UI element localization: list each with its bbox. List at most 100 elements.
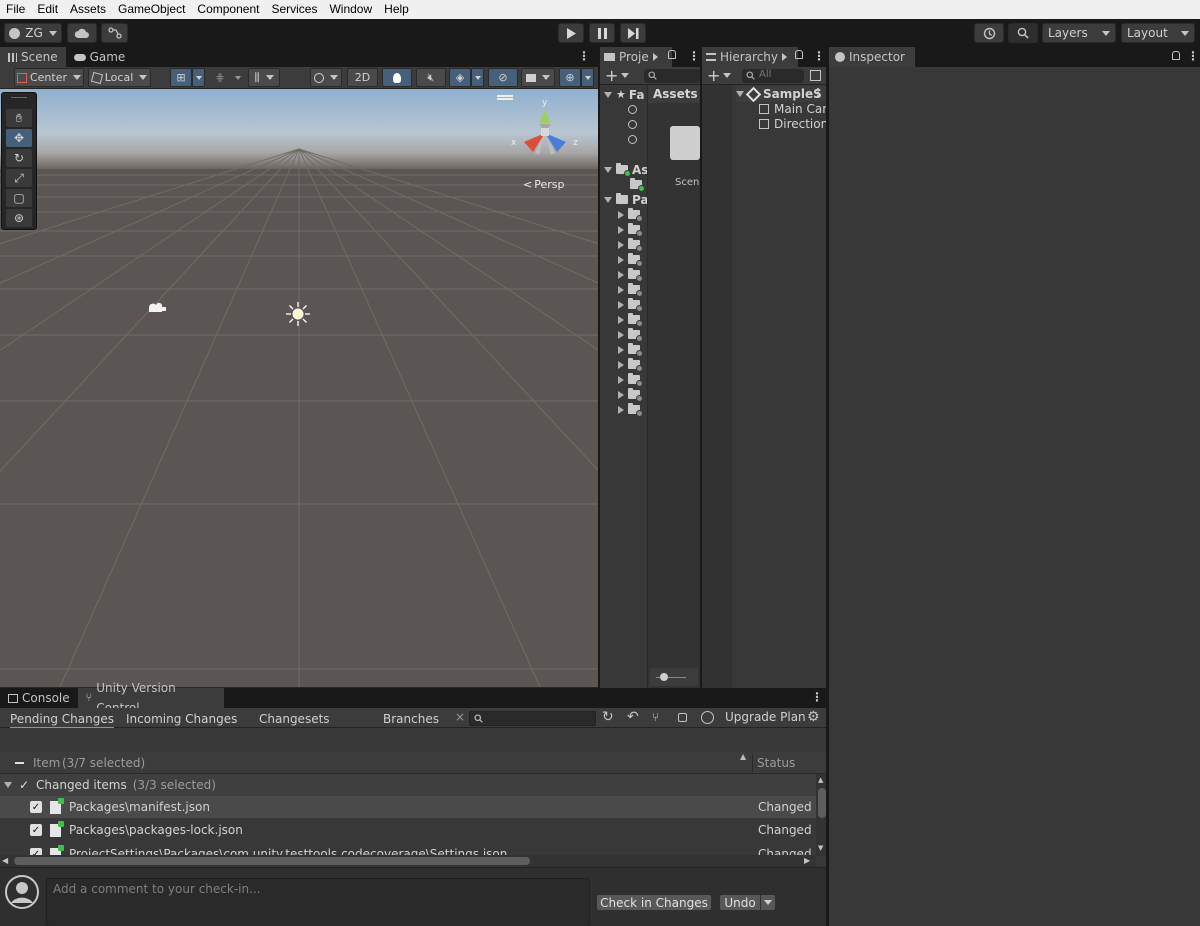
effects-dropdown[interactable] bbox=[471, 68, 484, 87]
pivot-mode-dropdown[interactable]: Center bbox=[14, 68, 84, 87]
table-row[interactable]: ✓ ProjectSettings\Packages\com.unity.tes… bbox=[0, 843, 816, 855]
project-breadcrumb[interactable]: Assets bbox=[648, 85, 701, 103]
upgrade-plan-button[interactable]: Upgrade Plan bbox=[725, 710, 806, 724]
column-status-label[interactable]: Status bbox=[757, 756, 795, 770]
tree-package-item[interactable] bbox=[618, 252, 644, 267]
hidden-objects-toggle[interactable]: ⊘ bbox=[488, 68, 518, 87]
scroll-left-icon[interactable]: ◀ bbox=[2, 856, 8, 865]
refresh-icon[interactable]: ↻ bbox=[602, 709, 614, 725]
draw-mode-dropdown[interactable] bbox=[310, 68, 342, 87]
search-button[interactable] bbox=[1008, 23, 1038, 43]
directional-light-icon[interactable] bbox=[285, 301, 311, 327]
vc-tab-pending-changes[interactable]: Pending Changes bbox=[10, 710, 114, 728]
scale-tool-button[interactable]: ⤢ bbox=[6, 169, 32, 187]
lock-icon[interactable] bbox=[668, 50, 676, 59]
menu-assets[interactable]: Assets bbox=[64, 0, 112, 19]
persp-toggle[interactable]: < Persp bbox=[523, 178, 564, 191]
layout-dropdown[interactable]: Layout bbox=[1121, 23, 1195, 43]
kebab-menu-icon[interactable]: ⋮ bbox=[812, 86, 824, 100]
account-dropdown[interactable]: ZG bbox=[4, 23, 62, 43]
close-icon[interactable]: × bbox=[455, 710, 465, 724]
menu-component[interactable]: Component bbox=[191, 0, 265, 19]
gizmos-toggle[interactable]: ⊕ bbox=[559, 68, 581, 87]
vc-search-input[interactable] bbox=[469, 711, 596, 726]
splitter[interactable] bbox=[826, 47, 829, 926]
hierarchy-item-main-camera[interactable]: Main Cam bbox=[759, 101, 834, 116]
camera-settings-dropdown[interactable] bbox=[521, 68, 555, 87]
hierarchy-scene-row[interactable]: SampleS ⋮ bbox=[736, 86, 826, 102]
plus-icon[interactable]: + bbox=[707, 66, 720, 85]
lock-icon[interactable] bbox=[678, 713, 687, 722]
grid-snap-dropdown[interactable] bbox=[192, 68, 205, 87]
cloud-button[interactable] bbox=[67, 23, 97, 43]
tree-assets[interactable]: As bbox=[604, 162, 647, 177]
kebab-menu-icon[interactable]: ⋮ bbox=[688, 49, 700, 63]
tree-package-item[interactable] bbox=[618, 357, 644, 372]
splitter[interactable] bbox=[598, 47, 600, 688]
palette-grip[interactable] bbox=[11, 97, 27, 98]
tab-project[interactable]: Proje bbox=[600, 47, 672, 67]
menu-edit[interactable]: Edit bbox=[31, 0, 64, 19]
tree-package-item[interactable] bbox=[618, 327, 644, 342]
favorite-search-3[interactable] bbox=[628, 132, 637, 147]
lock-icon[interactable] bbox=[795, 50, 803, 59]
menu-gameobject[interactable]: GameObject bbox=[112, 0, 191, 19]
move-tool-button[interactable]: ✥ bbox=[6, 129, 32, 147]
undo-arrow-icon[interactable]: ↶ bbox=[627, 709, 639, 725]
tree-package-item[interactable] bbox=[618, 372, 644, 387]
scroll-up-icon[interactable]: ▲ bbox=[818, 776, 823, 784]
vc-tab-incoming-changes[interactable]: Incoming Changes bbox=[126, 710, 237, 728]
grid-visibility-dropdown[interactable] bbox=[231, 68, 244, 87]
menu-services[interactable]: Services bbox=[265, 0, 323, 19]
tab-scene[interactable]: Scene bbox=[0, 47, 66, 67]
splitter[interactable] bbox=[700, 47, 702, 688]
thumbnail-size-slider[interactable] bbox=[650, 668, 698, 686]
effects-toggle[interactable]: ◈ bbox=[449, 68, 471, 87]
scene-visibility-icon[interactable] bbox=[810, 70, 821, 81]
changed-items-group[interactable]: ✓ Changed items (3/3 selected) bbox=[0, 774, 816, 796]
scrollbar-thumb[interactable] bbox=[818, 788, 826, 818]
orientation-gizmo[interactable]: y x z bbox=[508, 95, 582, 169]
tab-inspector[interactable]: Inspector bbox=[829, 47, 915, 67]
comment-input[interactable]: Add a comment to your check-in... bbox=[46, 878, 590, 926]
layers-dropdown[interactable]: Layers bbox=[1042, 23, 1116, 43]
user-circle-icon[interactable] bbox=[701, 711, 714, 724]
camera-object-icon[interactable] bbox=[147, 301, 167, 315]
version-control-button[interactable] bbox=[101, 23, 128, 43]
file-checkbox[interactable]: ✓ bbox=[30, 824, 42, 836]
chevron-down-icon[interactable] bbox=[723, 73, 731, 78]
tree-packages[interactable]: Pa bbox=[604, 192, 647, 207]
vc-tab-branches[interactable]: Branches bbox=[383, 710, 439, 728]
gear-icon[interactable]: ⚙ bbox=[807, 709, 820, 725]
tree-package-item[interactable] bbox=[618, 342, 644, 357]
undo-options-dropdown[interactable] bbox=[760, 894, 776, 911]
hierarchy-item-directional-light[interactable]: Directiona bbox=[759, 116, 836, 131]
kebab-menu-icon[interactable]: ⋮ bbox=[578, 49, 590, 63]
kebab-menu-icon[interactable]: ⋮ bbox=[1187, 49, 1199, 63]
grid-visibility-button[interactable]: ⋕ bbox=[209, 68, 231, 87]
pause-button[interactable] bbox=[589, 23, 615, 43]
toggle-2d-button[interactable]: 2D bbox=[347, 68, 378, 87]
tree-package-item[interactable] bbox=[618, 387, 644, 402]
tab-game[interactable]: Game bbox=[66, 47, 134, 67]
tree-package-item[interactable] bbox=[618, 402, 644, 417]
favorite-search-1[interactable] bbox=[628, 102, 637, 117]
deselect-all-checkbox[interactable] bbox=[14, 757, 25, 768]
menu-window[interactable]: Window bbox=[323, 0, 378, 19]
rect-tool-button[interactable]: ▢ bbox=[6, 189, 32, 207]
file-checkbox[interactable]: ✓ bbox=[30, 801, 42, 813]
increment-snap-dropdown[interactable]: ⫼ bbox=[248, 68, 280, 87]
file-checkbox[interactable]: ✓ bbox=[30, 848, 42, 855]
column-divider[interactable] bbox=[752, 754, 753, 772]
kebab-menu-icon[interactable]: ⋮ bbox=[811, 690, 823, 704]
undo-button[interactable]: Undo bbox=[719, 894, 761, 911]
plus-icon[interactable]: + bbox=[605, 66, 618, 85]
scenes-folder-thumbnail[interactable] bbox=[670, 126, 700, 160]
tree-package-item[interactable] bbox=[618, 207, 644, 222]
branch-icon[interactable]: ⑂ bbox=[652, 710, 659, 724]
play-button[interactable] bbox=[558, 23, 584, 43]
menu-file[interactable]: File bbox=[0, 0, 31, 19]
tree-package-item[interactable] bbox=[618, 312, 644, 327]
vc-tab-changesets[interactable]: Changesets bbox=[259, 710, 330, 728]
step-button[interactable] bbox=[620, 23, 646, 43]
